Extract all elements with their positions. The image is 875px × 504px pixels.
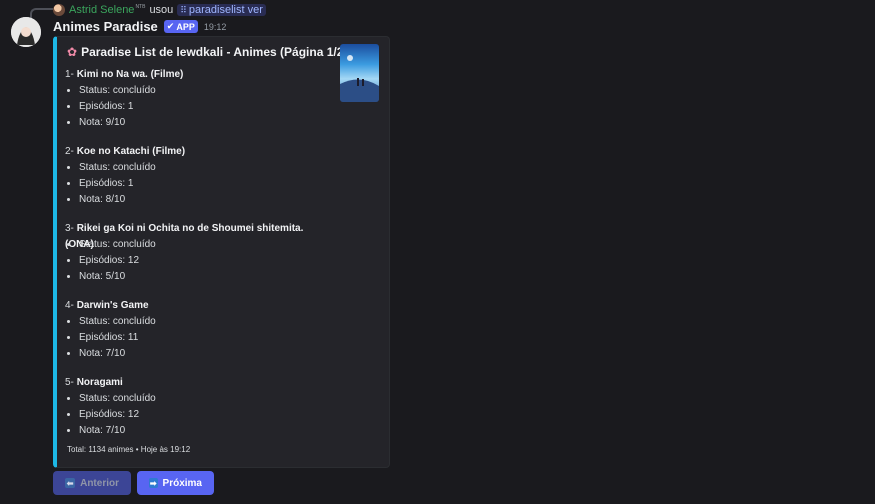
- anime-list: 1- Kimi no Na wa. (Filme) Status: conclu…: [65, 67, 335, 452]
- slash-command-icon: ⠿: [180, 4, 187, 15]
- reply-verb: usou: [149, 4, 174, 16]
- message-header: Animes Paradise ✔ APP 19:12: [53, 19, 226, 34]
- anime-list-embed: ✿ Paradise List de lewdkali - Animes (Pá…: [53, 36, 390, 468]
- anime-title: 2- Koe no Katachi (Filme): [65, 146, 186, 157]
- message-timestamp: 19:12: [203, 21, 227, 32]
- anime-episodes: Episódios: 12: [79, 253, 335, 269]
- anime-status: Status: concluído: [79, 83, 335, 99]
- embed-title: ✿ Paradise List de lewdkali - Animes (Pá…: [67, 45, 361, 59]
- previous-page-button[interactable]: ⬅ Anterior: [53, 471, 131, 495]
- anime-score: Nota: 7/10: [79, 346, 335, 362]
- left-arrow-icon: ⬅: [65, 478, 76, 488]
- anime-score: Nota: 9/10: [79, 115, 335, 131]
- embed-thumbnail[interactable]: [340, 44, 379, 102]
- bot-name[interactable]: Animes Paradise: [53, 19, 158, 34]
- anime-title: 5- Noragami: [65, 377, 123, 388]
- list-item: 3- Rikei ga Koi ni Ochita no de Shoumei …: [65, 221, 335, 285]
- anime-episodes: Episódios: 1: [79, 99, 335, 115]
- anime-status: Status: concluído: [79, 237, 335, 253]
- embed-footer: Total: 1134 animes • Hoje às 19:12: [67, 445, 191, 454]
- reply-user-tag: NTB: [135, 4, 146, 11]
- anime-title: 4- Darwin's Game: [65, 300, 149, 311]
- sakura-flower-icon: ✿: [67, 45, 78, 59]
- anime-title: 1- Kimi no Na wa. (Filme): [65, 69, 184, 80]
- list-item: 1- Kimi no Na wa. (Filme) Status: conclu…: [65, 67, 335, 131]
- anime-status: Status: concluído: [79, 160, 335, 176]
- anime-score: Nota: 7/10: [79, 423, 335, 439]
- anime-title: 3- Rikei ga Koi ni Ochita no de Shoumei …: [65, 223, 304, 250]
- anime-episodes: Episódios: 11: [79, 330, 335, 346]
- next-page-button[interactable]: ➡ Próxima: [137, 471, 214, 495]
- anime-episodes: Episódios: 1: [79, 176, 335, 192]
- anime-episodes: Episódios: 12: [79, 407, 335, 423]
- list-item: 5- Noragami Status: concluído Episódios:…: [65, 375, 335, 439]
- command-mention[interactable]: ⠿ paradiselist ver: [177, 4, 266, 16]
- anime-score: Nota: 5/10: [79, 269, 335, 285]
- reply-username[interactable]: Astrid SeleneNTB: [69, 4, 145, 16]
- anime-status: Status: concluído: [79, 391, 335, 407]
- right-arrow-icon: ➡: [149, 478, 158, 488]
- checkmark-icon: ✔: [166, 21, 175, 31]
- anime-status: Status: concluído: [79, 314, 335, 330]
- reply-connector: [30, 8, 54, 18]
- list-item: 4- Darwin's Game Status: concluído Episó…: [65, 298, 335, 362]
- reply-user-avatar[interactable]: [53, 4, 65, 16]
- anime-score: Nota: 8/10: [79, 192, 335, 208]
- bot-avatar[interactable]: [11, 17, 41, 47]
- list-item: 2- Koe no Katachi (Filme) Status: conclu…: [65, 144, 335, 208]
- reply-reference[interactable]: Astrid SeleneNTB usou ⠿ paradiselist ver: [53, 2, 266, 18]
- app-badge: ✔ APP: [163, 20, 198, 33]
- pagination-buttons: ⬅ Anterior ➡ Próxima: [53, 471, 214, 495]
